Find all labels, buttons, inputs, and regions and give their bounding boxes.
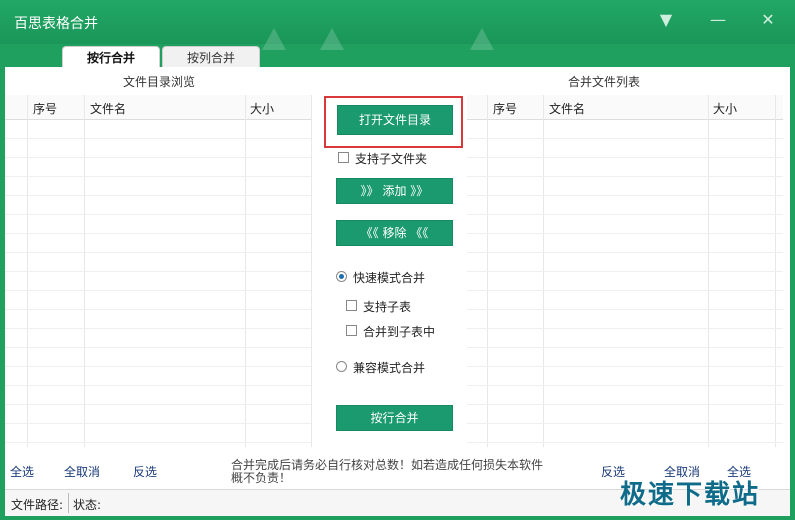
tree-decoration <box>320 28 344 50</box>
close-icon[interactable]: ✕ <box>756 8 780 32</box>
left-deselect-all-link[interactable]: 全取消 <box>64 463 100 480</box>
grid-line <box>5 290 311 291</box>
left-table-header: 序号 文件名 大小 <box>5 95 311 120</box>
app-window: 百思表格合并 ▼ — ✕ 按行合并 按列合并 文件目录浏览 序号 文件名 大小 <box>0 0 795 520</box>
column-header-index[interactable]: 序号 <box>33 100 57 117</box>
grid-line <box>467 347 783 348</box>
tab-merge-by-row[interactable]: 按行合并 <box>62 46 160 69</box>
grid-line <box>5 176 311 177</box>
fast-mode-radio[interactable] <box>336 271 347 282</box>
title-bar: 百思表格合并 ▼ — ✕ <box>0 0 795 50</box>
include-subfolders-label: 支持子文件夹 <box>355 152 428 166</box>
grid-line <box>5 252 311 253</box>
grid-line <box>467 157 783 158</box>
grid-line <box>5 423 311 424</box>
grid-line <box>311 95 312 447</box>
grid-line <box>5 233 311 234</box>
grid-line <box>467 423 783 424</box>
minimize-icon[interactable]: — <box>706 8 730 32</box>
left-invert-link[interactable]: 反选 <box>133 463 157 480</box>
column-header-filename[interactable]: 文件名 <box>90 100 126 117</box>
grid-line <box>467 233 783 234</box>
grid-line <box>467 404 783 405</box>
left-panel-title: 文件目录浏览 <box>123 75 196 89</box>
add-button[interactable]: 》》 添加 》》 <box>336 178 453 204</box>
tree-decoration <box>470 28 494 50</box>
merge-to-subsheet-label: 合并到子表中 <box>363 325 436 339</box>
file-path-label: 文件路径: <box>11 498 64 512</box>
watermark: 极速下载站 <box>620 480 761 510</box>
grid-line <box>5 271 311 272</box>
grid-line <box>467 442 783 443</box>
grid-line <box>5 157 311 158</box>
merge-notice: 合并完成后请务必自行核对总数！如若造成任何损失本软件概不负责！ <box>231 458 544 485</box>
fast-mode-label: 快速模式合并 <box>353 271 426 285</box>
right-panel-title: 合并文件列表 <box>568 75 641 89</box>
grid-line <box>5 195 311 196</box>
column-header-size[interactable]: 大小 <box>713 100 737 117</box>
grid-line <box>467 252 783 253</box>
column-header-index[interactable]: 序号 <box>493 100 517 117</box>
grid-line <box>467 290 783 291</box>
grid-line <box>5 404 311 405</box>
grid-line <box>5 366 311 367</box>
compat-mode-radio[interactable] <box>336 361 347 372</box>
window-title: 百思表格合并 <box>14 16 98 32</box>
grid-line <box>467 309 783 310</box>
grid-line <box>5 347 311 348</box>
status-separator <box>68 493 69 513</box>
grid-line <box>467 195 783 196</box>
merge-by-row-button[interactable]: 按行合并 <box>336 405 453 431</box>
include-subfolders-checkbox[interactable] <box>338 152 349 163</box>
status-label: 状态: <box>73 498 102 512</box>
grid-line <box>5 385 311 386</box>
column-header-size[interactable]: 大小 <box>250 100 274 117</box>
grid-line <box>467 271 783 272</box>
main-content: 文件目录浏览 序号 文件名 大小 合并文件列表 序号 文件名 大小 打开文件目录… <box>5 67 790 516</box>
support-subsheet-checkbox[interactable] <box>346 300 357 311</box>
open-directory-button[interactable]: 打开文件目录 <box>337 105 453 135</box>
grid-line <box>467 176 783 177</box>
right-table-header: 序号 文件名 大小 <box>467 95 783 120</box>
tree-decoration <box>262 28 286 50</box>
support-subsheet-label: 支持子表 <box>363 300 412 314</box>
grid-line <box>467 214 783 215</box>
left-select-all-link[interactable]: 全选 <box>10 463 34 480</box>
grid-line <box>467 138 783 139</box>
menu-dropdown-icon[interactable]: ▼ <box>654 8 678 32</box>
grid-line <box>467 328 783 329</box>
grid-line <box>467 366 783 367</box>
compat-mode-label: 兼容模式合并 <box>353 361 426 375</box>
tab-merge-by-column[interactable]: 按列合并 <box>162 46 260 69</box>
grid-line <box>5 328 311 329</box>
column-header-filename[interactable]: 文件名 <box>549 100 585 117</box>
merge-to-subsheet-checkbox[interactable] <box>346 325 357 336</box>
grid-line <box>5 214 311 215</box>
grid-line <box>5 138 311 139</box>
grid-line <box>5 442 311 443</box>
grid-line <box>5 309 311 310</box>
remove-button[interactable]: 《《 移除 《《 <box>336 220 453 246</box>
grid-line <box>467 385 783 386</box>
